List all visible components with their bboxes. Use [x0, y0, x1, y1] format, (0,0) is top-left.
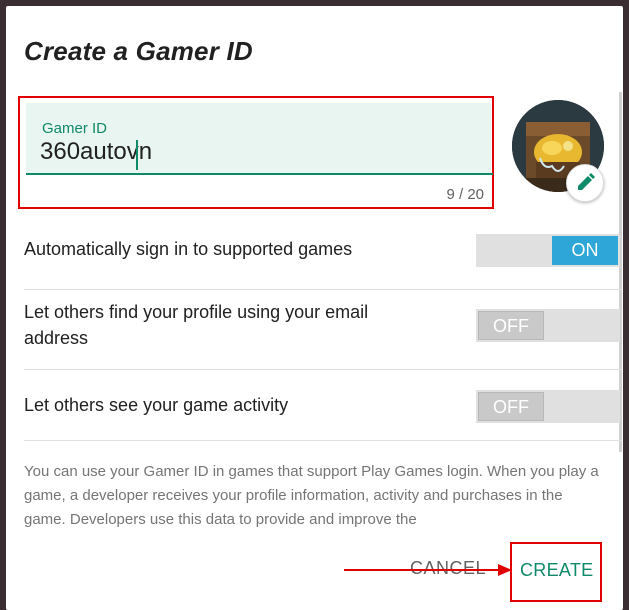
auto-sign-in-toggle[interactable]: ON — [476, 234, 620, 267]
setting-row-game-activity: Let others see your game activity OFF — [24, 370, 622, 442]
text-caret — [136, 140, 138, 170]
setting-row-find-by-email: Let others find your profile using your … — [24, 291, 622, 371]
gamer-id-underline — [26, 173, 493, 175]
toggle-on-knob: ON — [552, 236, 618, 265]
divider — [24, 289, 622, 290]
divider — [24, 440, 622, 441]
setting-label-auto-sign-in: Automatically sign in to supported games — [24, 239, 353, 259]
pointer-arrow — [344, 564, 512, 576]
gamer-id-label: Gamer ID — [42, 120, 108, 137]
find-by-email-toggle[interactable]: OFF — [476, 309, 620, 342]
create-button-highlight: CREATE — [510, 542, 602, 602]
create-gamer-id-dialog: Create a Gamer ID Gamer ID 360autovn 9 /… — [6, 6, 623, 610]
dialog-title: Create a Gamer ID — [24, 36, 253, 66]
toggle-off-knob: OFF — [478, 311, 544, 340]
pencil-icon — [578, 173, 595, 190]
info-text: You can use your Gamer ID in games that … — [24, 463, 599, 528]
gamer-id-field-highlight: Gamer ID 360autovn 9 / 20 — [18, 96, 494, 209]
toggle-off-knob: OFF — [478, 392, 544, 421]
setting-row-auto-sign-in: Automatically sign in to supported games… — [24, 232, 622, 292]
setting-label-find-by-email: Let others find your profile using your … — [24, 302, 369, 348]
game-activity-toggle[interactable]: OFF — [476, 390, 620, 423]
create-button[interactable]: CREATE — [520, 560, 593, 581]
character-counter: 9 / 20 — [446, 186, 484, 203]
setting-label-game-activity: Let others see your game activity — [24, 395, 289, 415]
edit-avatar-button[interactable] — [566, 164, 604, 202]
